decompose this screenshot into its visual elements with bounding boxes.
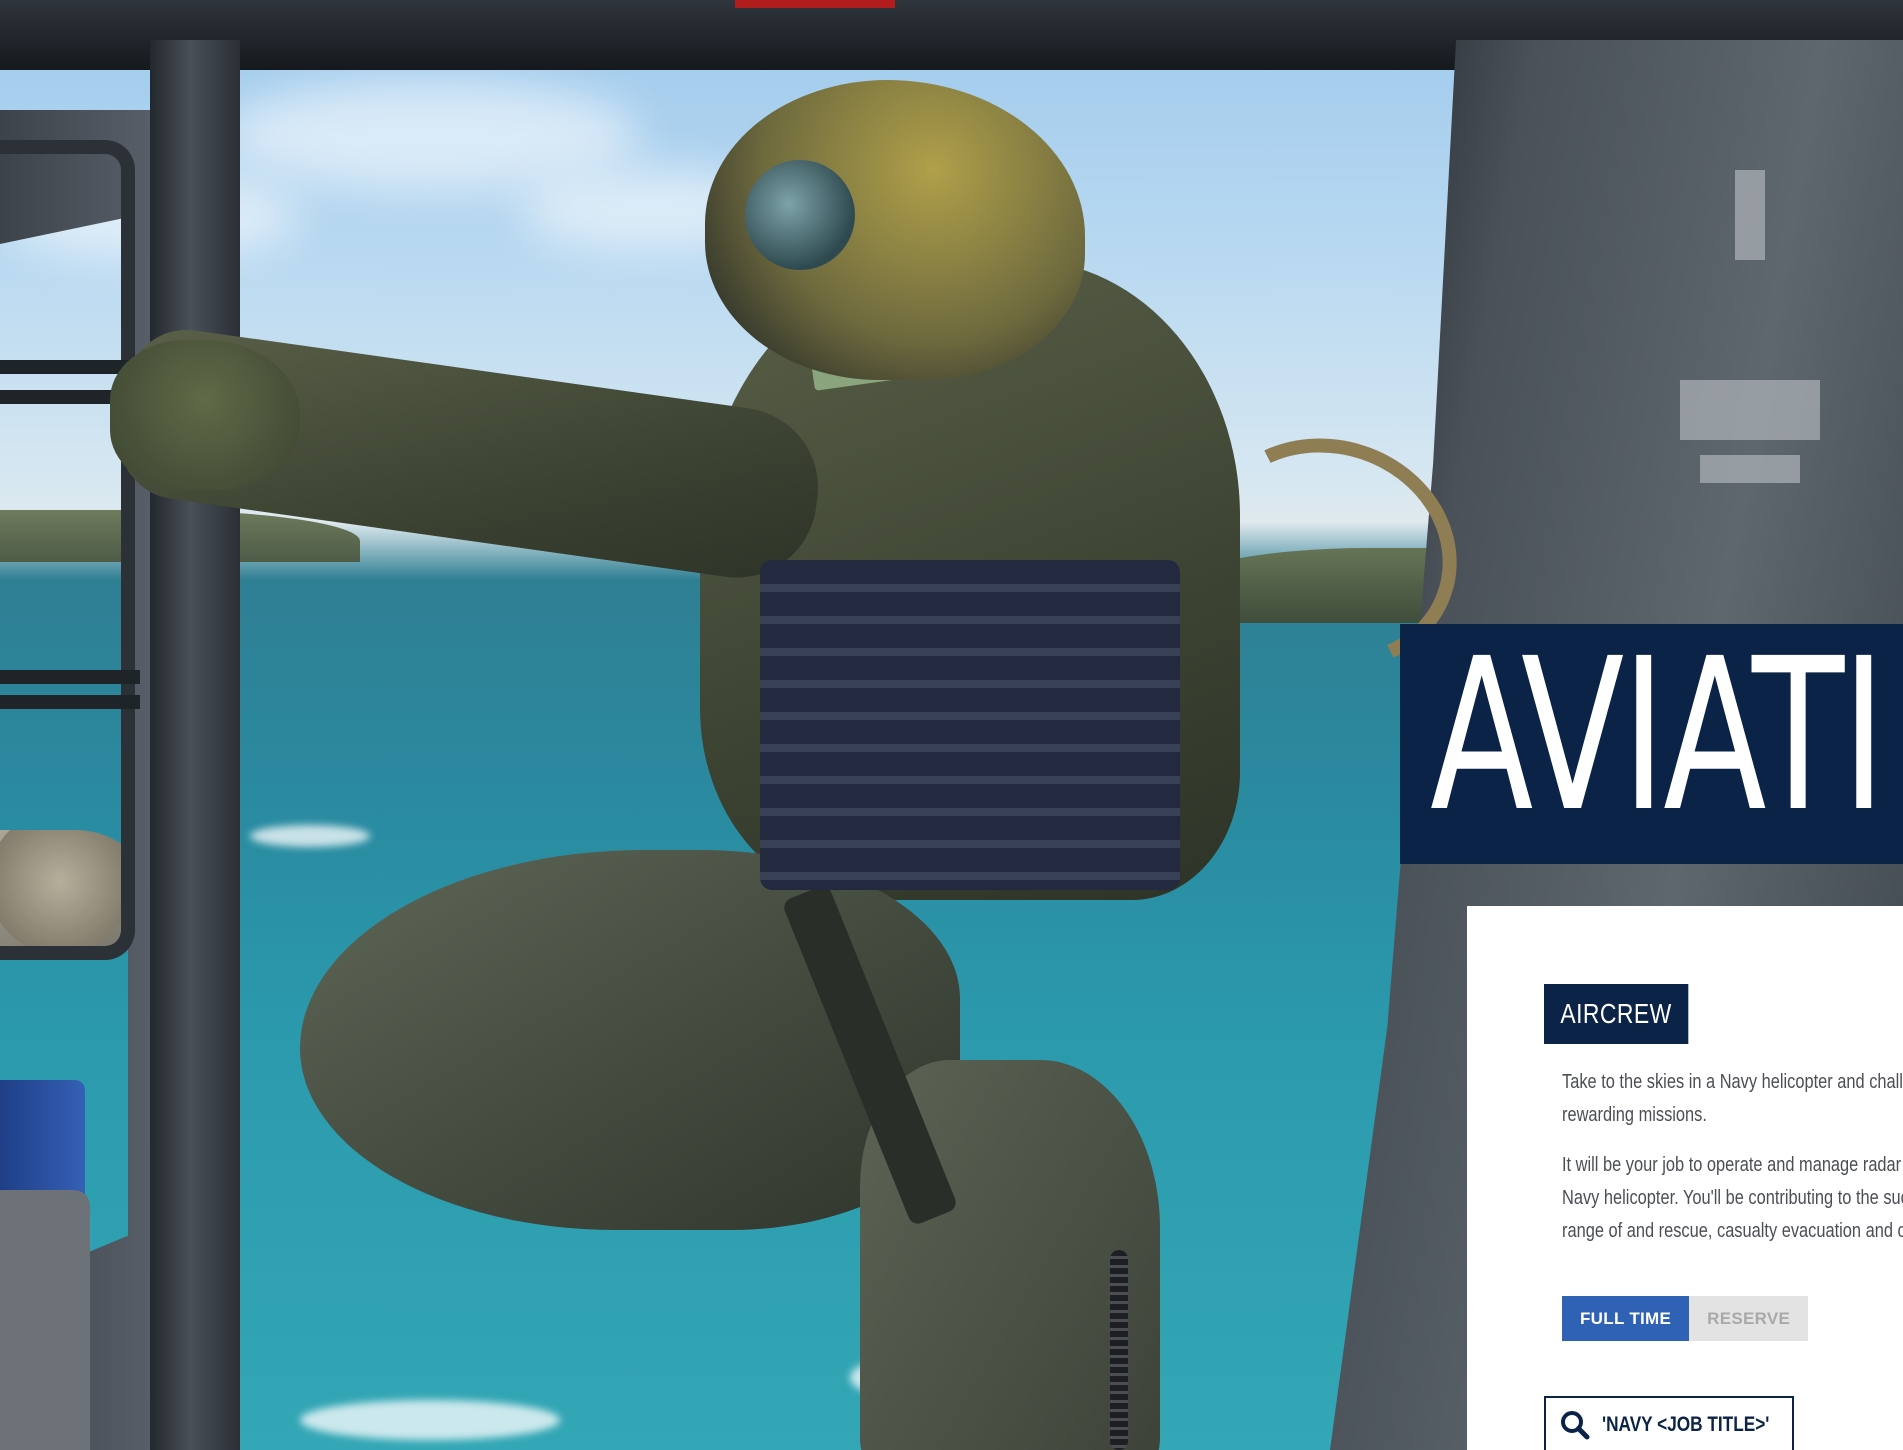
description-paragraph: It will be your job to operate and manag… [1562,1154,1903,1242]
page-title: AVIATI [1430,624,1886,858]
category-badge: AIRCREW [1544,984,1689,1044]
service-type-toggle: FULL TIME RESERVE [1562,1296,1809,1341]
search-icon [1560,1410,1590,1440]
toggle-reserve[interactable]: RESERVE [1689,1296,1809,1341]
role-info-card: AIRCREW Take to the skies in a Navy heli… [1467,906,1903,1450]
search-label: 'NAVY <JOB TITLE>' [1602,1413,1770,1436]
title-banner: AVIATI [1400,624,1903,864]
intro-paragraph: Take to the skies in a Navy helicopter a… [1562,1071,1903,1126]
page: AVIATI AIRCREW Take to the skies in a Na… [0,0,1903,1450]
toggle-full-time[interactable]: FULL TIME [1562,1296,1690,1341]
job-search-button[interactable]: 'NAVY <JOB TITLE>' [1544,1396,1794,1450]
